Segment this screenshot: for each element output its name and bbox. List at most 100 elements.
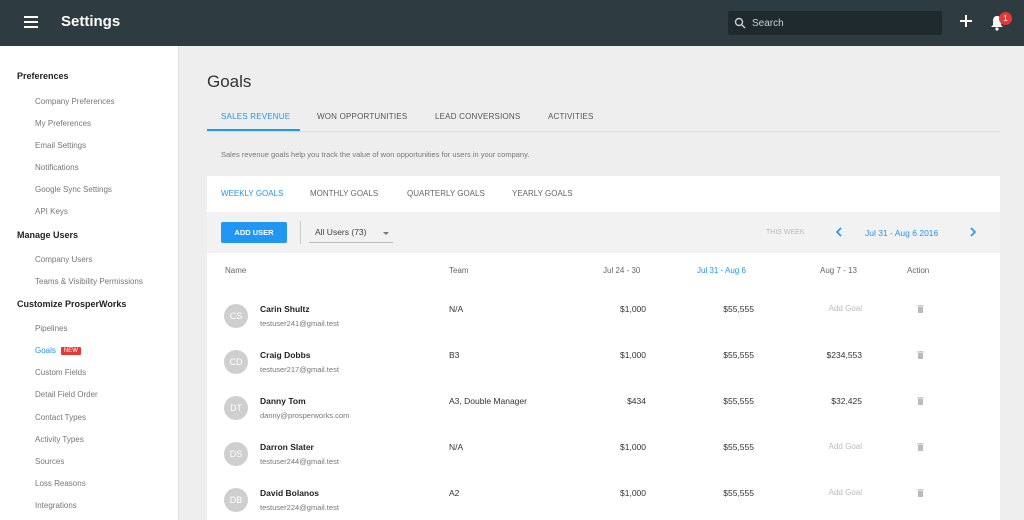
tab-activities[interactable]: ACTIVITIES (548, 112, 594, 121)
next-week-goal[interactable]: $234,553 (782, 350, 862, 360)
sidebar-item-notifications[interactable]: Notifications (35, 163, 79, 172)
tab-won-opportunities[interactable]: WON OPPORTUNITIES (317, 112, 407, 121)
current-week-goal[interactable]: $55,555 (674, 396, 754, 406)
this-week-link[interactable]: THIS WEEK (766, 229, 805, 236)
user-team: A3, Double Manager (449, 396, 527, 406)
sidebar-item-integrations[interactable]: Integrations (35, 501, 77, 510)
tab-weekly-goals[interactable]: WEEKLY GOALS (221, 189, 283, 198)
sidebar-item-custom-fields[interactable]: Custom Fields (35, 368, 86, 377)
goals-toolbar: ADD USER All Users (73) THIS WEEK Jul 31… (207, 212, 1000, 253)
search-icon (734, 17, 746, 29)
column-header-next-week: Aug 7 - 13 (820, 266, 857, 275)
tab-sales-revenue[interactable]: SALES REVENUE (221, 112, 290, 121)
sidebar-section-manage-users: Manage Users (17, 230, 79, 240)
user-email: testuser224@gmail.test (260, 503, 339, 512)
tab-yearly-goals[interactable]: YEARLY GOALS (512, 189, 573, 198)
current-week-goal[interactable]: $55,555 (674, 442, 754, 452)
sidebar: Preferences Company Preferences My Prefe… (0, 46, 179, 520)
user-name: Carin Shultz (260, 304, 310, 314)
sidebar-item-detail-field-order[interactable]: Detail Field Order (35, 390, 98, 399)
trash-icon[interactable] (917, 305, 924, 313)
tab-monthly-goals[interactable]: MONTHLY GOALS (310, 189, 378, 198)
user-name: David Bolanos (260, 488, 320, 498)
sidebar-item-loss-reasons[interactable]: Loss Reasons (35, 479, 86, 488)
sidebar-item-teams-visibility[interactable]: Teams & Visibility Permissions (35, 277, 143, 286)
table-row: DT Danny Tom danny@prosperworks.com A3, Dou… (207, 387, 1000, 433)
user-filter-value: All Users (73) (315, 227, 367, 237)
current-week-goal[interactable]: $55,555 (674, 304, 754, 314)
top-bar: Settings 1 (0, 0, 1024, 46)
trash-icon[interactable] (917, 351, 924, 359)
sidebar-item-company-preferences[interactable]: Company Preferences (35, 97, 115, 106)
chevron-down-icon (383, 232, 389, 235)
user-email: testuser241@gmail.test (260, 319, 339, 328)
column-header-prev-week: Jul 24 - 30 (603, 266, 641, 275)
next-week-goal[interactable]: $32,425 (782, 396, 862, 406)
sidebar-item-goals[interactable]: Goals NEW (35, 346, 81, 355)
user-email: testuser244@gmail.test (260, 457, 339, 466)
prev-week-goal[interactable]: $1,000 (566, 442, 646, 452)
tab-quarterly-goals[interactable]: QUARTERLY GOALS (407, 189, 485, 198)
page-title: Goals (207, 72, 252, 91)
tab-lead-conversions[interactable]: LEAD CONVERSIONS (435, 112, 520, 121)
trash-icon[interactable] (917, 443, 924, 451)
table-row: DB David Bolanos testuser224@gmail.test A2 $… (207, 479, 1000, 520)
active-tab-indicator (207, 129, 300, 131)
notification-badge: 1 (999, 12, 1012, 25)
goals-card: WEEKLY GOALS MONTHLY GOALS QUARTERLY GOA… (207, 176, 1000, 520)
sidebar-section-preferences: Preferences (17, 71, 69, 81)
sidebar-item-sources[interactable]: Sources (35, 457, 64, 466)
trash-icon[interactable] (917, 489, 924, 497)
goal-type-tabs: SALES REVENUE WON OPPORTUNITIES LEAD CON… (207, 105, 1000, 132)
sidebar-item-label: Goals (35, 346, 56, 355)
add-user-button[interactable]: ADD USER (221, 222, 287, 243)
toolbar-divider (300, 221, 301, 244)
sidebar-item-company-users[interactable]: Company Users (35, 255, 92, 264)
add-goal-link[interactable]: Add Goal (782, 488, 862, 497)
page-description: Sales revenue goals help you track the v… (221, 150, 530, 159)
avatar: CS (224, 304, 248, 328)
prev-week-goal[interactable]: $1,000 (566, 304, 646, 314)
user-email: danny@prosperworks.com (260, 411, 350, 420)
sidebar-item-email-settings[interactable]: Email Settings (35, 141, 86, 150)
sidebar-item-api-keys[interactable]: API Keys (35, 207, 68, 216)
sidebar-item-activity-types[interactable]: Activity Types (35, 435, 84, 444)
current-week-goal[interactable]: $55,555 (674, 350, 754, 360)
avatar: DS (224, 442, 248, 466)
user-team: A2 (449, 488, 460, 498)
prev-week-goal[interactable]: $1,000 (566, 350, 646, 360)
sidebar-item-contact-types[interactable]: Contact Types (35, 413, 86, 422)
avatar: DT (224, 396, 248, 420)
plus-icon[interactable] (958, 13, 974, 29)
menu-icon[interactable] (24, 16, 38, 28)
add-goal-link[interactable]: Add Goal (782, 442, 862, 451)
table-row: CS Carin Shultz testuser241@gmail.test N/A $… (207, 295, 1000, 341)
user-team: B3 (449, 350, 460, 360)
user-name: Craig Dobbs (260, 350, 311, 360)
app-title: Settings (61, 13, 121, 30)
sidebar-section-customize: Customize ProsperWorks (17, 299, 127, 309)
sidebar-item-my-preferences[interactable]: My Preferences (35, 119, 91, 128)
sidebar-item-google-sync-settings[interactable]: Google Sync Settings (35, 185, 112, 194)
sidebar-item-pipelines[interactable]: Pipelines (35, 324, 67, 333)
search-input[interactable] (752, 17, 932, 29)
user-filter-dropdown[interactable]: All Users (73) (309, 221, 393, 243)
user-team: N/A (449, 442, 464, 452)
table-row: DS Darron Slater testuser244@gmail.test N/A… (207, 433, 1000, 479)
current-week-goal[interactable]: $55,555 (674, 488, 754, 498)
user-name: Darron Slater (260, 442, 314, 452)
add-goal-link[interactable]: Add Goal (782, 304, 862, 313)
chevron-left-icon[interactable] (834, 226, 844, 238)
avatar: CD (224, 350, 248, 374)
column-header-name: Name (225, 266, 247, 275)
prev-week-goal[interactable]: $434 (566, 396, 646, 406)
chevron-right-icon[interactable] (968, 226, 978, 238)
search-box[interactable] (728, 11, 942, 35)
new-badge: NEW (60, 347, 81, 355)
column-header-action: Action (907, 266, 930, 275)
user-email: testuser217@gmail.test (260, 365, 339, 374)
column-header-team: Team (449, 266, 469, 275)
prev-week-goal[interactable]: $1,000 (566, 488, 646, 498)
user-name: Danny Tom (260, 396, 306, 406)
trash-icon[interactable] (917, 397, 924, 405)
